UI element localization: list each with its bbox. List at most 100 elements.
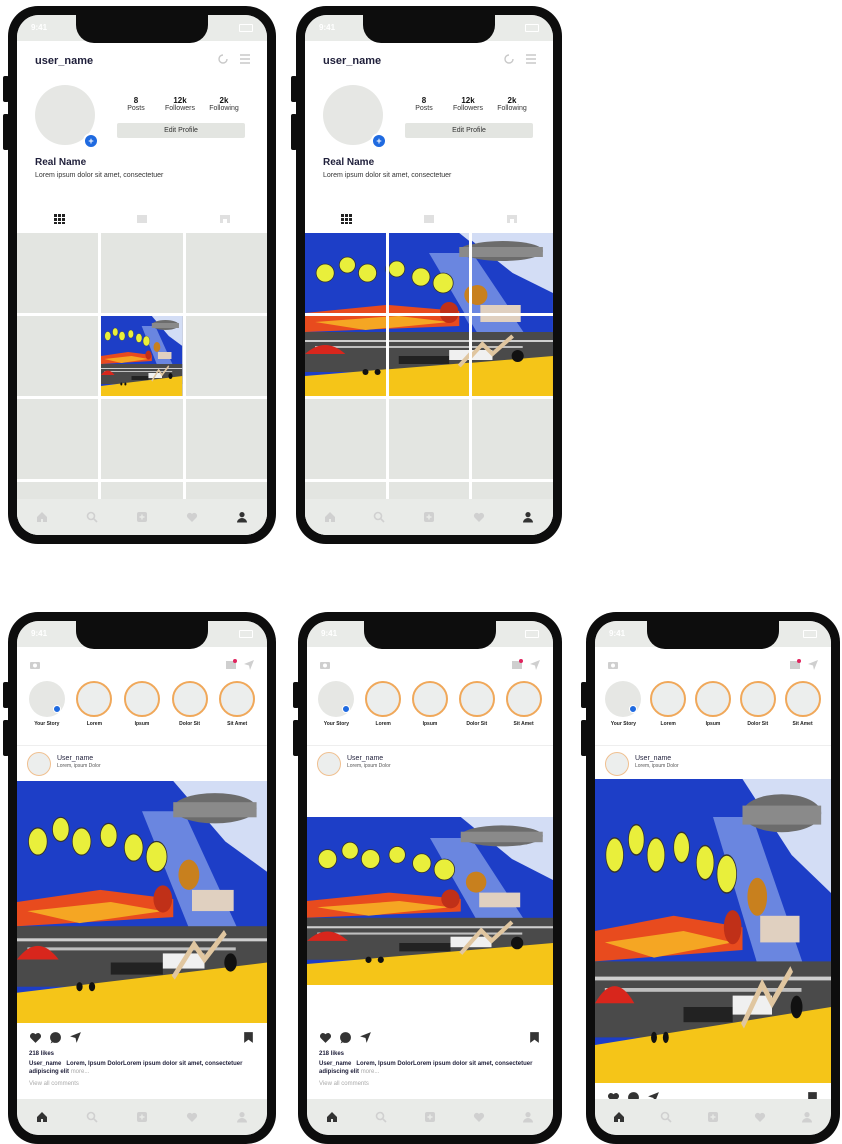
grid-cell[interactable] [17, 316, 99, 396]
story-item[interactable]: Ipsum [693, 681, 733, 737]
add-story-icon[interactable] [52, 705, 61, 713]
story-item[interactable]: Dolor Sit [457, 681, 497, 737]
bookmark-icon[interactable] [528, 1031, 541, 1044]
likes-count[interactable]: 218 likes [319, 1051, 344, 1057]
story-item[interactable]: Lorem [648, 681, 688, 737]
igtv-icon[interactable] [511, 659, 523, 671]
post-avatar[interactable] [605, 752, 629, 776]
stat-following[interactable]: 2k Following [199, 96, 249, 112]
search-icon[interactable] [375, 1111, 387, 1123]
likes-count[interactable]: 218 likes [29, 1051, 54, 1057]
profile-icon[interactable] [522, 1111, 534, 1123]
camera-icon[interactable] [29, 659, 41, 671]
grid-cell[interactable] [388, 399, 470, 479]
search-icon[interactable] [660, 1111, 672, 1123]
history-icon[interactable] [217, 53, 229, 65]
profile-icon[interactable] [801, 1111, 813, 1123]
heart-icon[interactable] [186, 511, 198, 523]
igtv-icon[interactable] [225, 659, 237, 671]
grid-cell-post[interactable] [388, 233, 470, 313]
grid-cell[interactable] [17, 233, 99, 313]
search-icon[interactable] [86, 1111, 98, 1123]
grid-cell-post[interactable] [472, 233, 553, 313]
post-image[interactable] [595, 779, 831, 1083]
more-link[interactable]: more... [361, 1069, 380, 1075]
grid-cell-post[interactable] [472, 316, 553, 396]
grid-icon[interactable] [53, 214, 65, 224]
like-icon[interactable] [319, 1031, 332, 1044]
share-icon[interactable] [359, 1031, 372, 1044]
grid-cell-post[interactable] [305, 316, 386, 396]
edit-profile-button[interactable]: Edit Profile [405, 123, 533, 138]
profile-icon[interactable] [522, 511, 534, 523]
story-own[interactable]: Your Story [603, 681, 643, 737]
heart-icon[interactable] [754, 1111, 766, 1123]
grid-cell-post[interactable] [305, 233, 386, 313]
tagged-icon[interactable] [219, 214, 231, 224]
camera-icon[interactable] [607, 659, 619, 671]
menu-icon[interactable] [239, 53, 251, 65]
story-own[interactable]: Your Story [27, 681, 67, 737]
grid-cell[interactable] [101, 399, 183, 479]
reels-icon[interactable] [136, 214, 148, 224]
add-post-icon[interactable] [707, 1111, 719, 1123]
story-item[interactable]: Ipsum [410, 681, 450, 737]
add-post-icon[interactable] [136, 1111, 148, 1123]
post-image[interactable] [307, 817, 553, 985]
grid-cell[interactable] [17, 399, 99, 479]
home-icon[interactable] [324, 511, 336, 523]
stat-followers[interactable]: 12k Followers [155, 96, 205, 112]
grid-icon[interactable] [340, 214, 353, 224]
add-story-icon[interactable]: + [371, 133, 387, 149]
story-item[interactable]: Lorem [363, 681, 403, 737]
story-item[interactable]: Ipsum [122, 681, 162, 737]
home-icon[interactable] [36, 1111, 48, 1123]
profile-icon[interactable] [236, 511, 248, 523]
search-icon[interactable] [86, 511, 98, 523]
send-icon[interactable] [529, 659, 541, 671]
post-username[interactable]: User_name [57, 755, 93, 762]
view-all-comments[interactable]: View all comments [319, 1081, 369, 1087]
post-username[interactable]: User_name [635, 755, 671, 762]
comment-icon[interactable] [49, 1031, 62, 1044]
profile-icon[interactable] [236, 1111, 248, 1123]
grid-cell[interactable] [305, 399, 386, 479]
add-story-icon[interactable] [629, 705, 638, 713]
stat-followers[interactable]: 12k Followers [443, 96, 493, 112]
grid-cell[interactable] [472, 399, 553, 479]
add-post-icon[interactable] [423, 511, 435, 523]
grid-cell[interactable] [101, 233, 183, 313]
like-icon[interactable] [29, 1031, 42, 1044]
post-avatar[interactable] [317, 752, 341, 776]
story-item[interactable]: Sit Amet [504, 681, 544, 737]
post-image[interactable] [17, 781, 267, 1023]
home-icon[interactable] [36, 511, 48, 523]
grid-cell[interactable] [185, 233, 267, 313]
add-story-icon[interactable] [342, 705, 351, 713]
post-avatar[interactable] [27, 752, 51, 776]
post-username[interactable]: User_name [347, 755, 383, 762]
igtv-icon[interactable] [789, 659, 801, 671]
add-story-icon[interactable]: + [83, 133, 99, 149]
story-item[interactable]: Lorem [74, 681, 114, 737]
reels-icon[interactable] [423, 214, 435, 224]
bookmark-icon[interactable] [242, 1031, 255, 1044]
grid-cell-post[interactable] [101, 316, 183, 396]
edit-profile-button[interactable]: Edit Profile [117, 123, 245, 138]
history-icon[interactable] [503, 53, 515, 65]
send-icon[interactable] [807, 659, 819, 671]
add-post-icon[interactable] [136, 511, 148, 523]
more-link[interactable]: more... [71, 1069, 90, 1075]
grid-cell[interactable] [185, 399, 267, 479]
tagged-icon[interactable] [506, 214, 518, 224]
share-icon[interactable] [69, 1031, 82, 1044]
add-post-icon[interactable] [424, 1111, 436, 1123]
menu-icon[interactable] [525, 53, 537, 65]
heart-icon[interactable] [473, 511, 485, 523]
story-item[interactable]: Dolor Sit [170, 681, 210, 737]
comment-icon[interactable] [339, 1031, 352, 1044]
story-item[interactable]: Sit Amet [217, 681, 257, 737]
story-own[interactable]: Your Story [316, 681, 356, 737]
story-item[interactable]: Sit Amet [783, 681, 823, 737]
story-item[interactable]: Dolor Sit [738, 681, 778, 737]
